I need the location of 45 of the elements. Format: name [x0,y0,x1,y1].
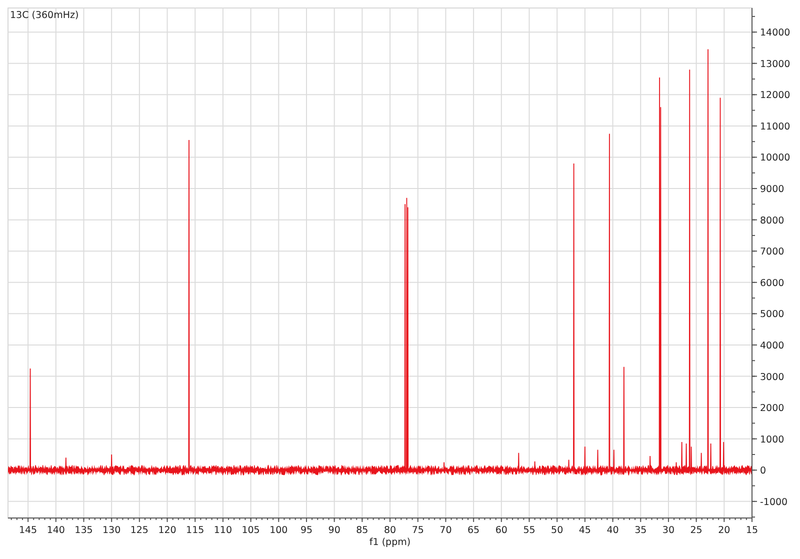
y-tick-label: 4000 [760,340,784,352]
x-tick-label: 120 [158,525,176,536]
y-tick-label: 6000 [760,278,784,289]
x-tick-label: 100 [270,525,288,536]
x-tick-label: 140 [46,525,65,536]
y-tick-label: 3000 [760,372,784,383]
x-tick-label: 20 [718,525,730,536]
x-tick-label: 75 [412,525,424,536]
y-tick-label: -1000 [760,496,788,508]
x-tick-label: 135 [74,525,93,536]
x-tick-label: 130 [102,525,121,536]
x-tick-label: 70 [440,525,452,536]
x-tick-label: 40 [606,525,619,536]
y-tick-label: 11000 [760,121,790,132]
x-tick-label: 55 [523,525,536,536]
spectrum-title: 13C (360mHz) [10,10,79,21]
x-tick-label: 15 [746,525,758,536]
y-tick-label: 2000 [760,403,784,414]
x-tick-label: 35 [634,525,647,536]
x-tick-label: 105 [242,525,260,536]
y-tick-label: 7000 [760,246,784,258]
x-tick-label: 110 [214,525,232,536]
x-tick-label: 50 [551,525,564,536]
y-tick-label: 14000 [760,28,790,39]
x-tick-label: 45 [578,525,591,536]
y-tick-label: 1000 [760,434,784,446]
x-tick-label: 25 [690,525,702,536]
y-tick-label: 5000 [760,309,784,320]
x-tick-label: 115 [186,525,204,536]
x-tick-label: 60 [495,525,508,536]
y-tick-label: 9000 [760,184,784,196]
y-tick-label: 13000 [760,58,790,70]
x-tick-label: 95 [300,525,313,536]
x-tick-label: 125 [130,525,148,536]
x-tick-label: 145 [18,525,38,536]
y-tick-label: 0 [760,466,766,477]
y-tick-label: 10000 [760,152,790,164]
x-tick-label: 80 [384,525,396,536]
y-tick-label: 8000 [760,215,784,226]
x-tick-label: 30 [662,525,675,536]
x-tick-label: 85 [356,525,368,536]
y-tick-label: 12000 [760,90,790,102]
x-tick-label: 65 [468,525,480,536]
x-tick-label: 90 [328,525,340,536]
x-axis-title: f1 (ppm) [369,537,411,548]
